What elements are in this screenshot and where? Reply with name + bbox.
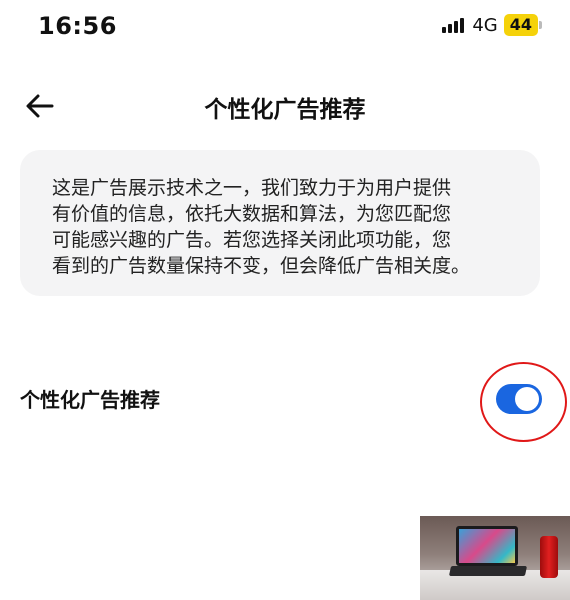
status-bar: 16:56 4G 44 xyxy=(0,0,570,52)
thumb-laptop-display xyxy=(459,529,515,563)
info-line-2: 有价值的信息，依托大数据和算法，为您匹配您 xyxy=(52,203,452,225)
info-line-3: 可能感兴趣的广告。若您选择关闭此项功能，您 xyxy=(52,229,452,251)
info-line-4: 看到的广告数量保持不变，但会降低广告相关度。 xyxy=(52,255,471,277)
thumb-laptop-base xyxy=(448,566,528,576)
status-indicators: 4G 44 xyxy=(442,14,542,36)
setting-label: 个性化广告推荐 xyxy=(20,388,160,412)
annotation-circle xyxy=(480,362,567,442)
header: 个性化广告推荐 xyxy=(0,78,570,134)
video-thumbnail[interactable] xyxy=(420,516,570,600)
thumb-soda-can xyxy=(540,536,558,578)
signal-icon xyxy=(442,17,465,33)
thumb-laptop-screen xyxy=(456,526,518,566)
status-time: 16:56 xyxy=(38,12,117,40)
info-line-1: 这是广告展示技术之一，我们致力于为用户提供 xyxy=(52,177,452,199)
page-title: 个性化广告推荐 xyxy=(204,97,366,123)
battery-tip xyxy=(539,21,542,29)
info-card: 这是广告展示技术之一，我们致力于为用户提供 有价值的信息，依托大数据和算法，为您… xyxy=(20,150,540,296)
battery-icon: 44 xyxy=(503,14,538,36)
network-label: 4G xyxy=(472,14,498,36)
